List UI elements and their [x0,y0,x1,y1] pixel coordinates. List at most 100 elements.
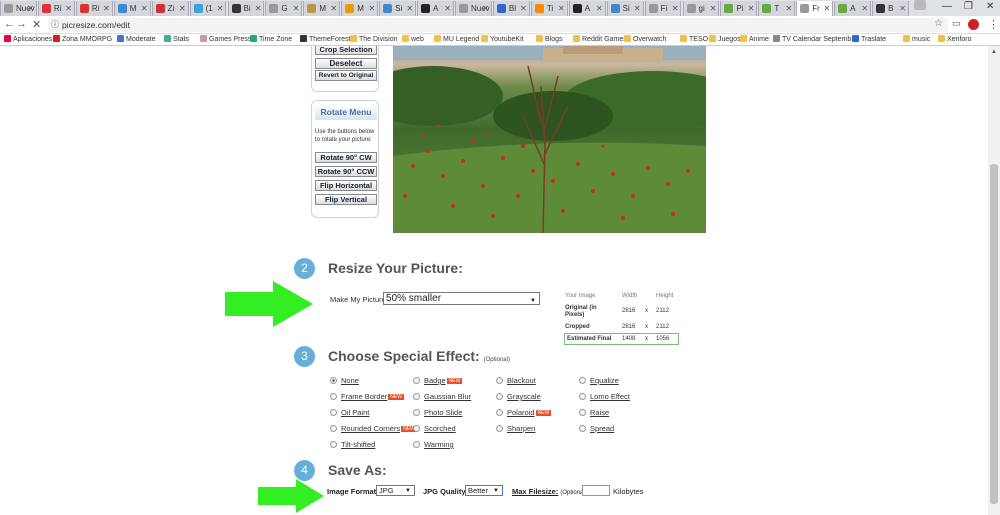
back-icon[interactable]: ← [4,18,15,30]
tab-close-icon[interactable]: ✕ [634,1,641,16]
bookmark-item[interactable]: Anime [740,34,769,45]
browser-tab[interactable]: Pi ✕ [720,1,758,16]
tab-close-icon[interactable]: ✕ [861,1,868,16]
crop-selection-button[interactable]: Crop Selection [315,46,377,55]
radio-button[interactable] [579,425,586,432]
effect-option[interactable]: Gaussian Blur [413,392,471,401]
effect-option[interactable]: Scorched [413,424,456,433]
effect-option[interactable]: Blackout [496,376,536,385]
bookmark-item[interactable]: web [402,34,424,45]
browser-tab[interactable]: Nuev ✕ [0,1,37,16]
browser-tab[interactable]: Fi ✕ [644,1,682,16]
browser-tab[interactable]: M ✕ [303,1,341,16]
bookmark-item[interactable]: Traslate [852,34,886,45]
effect-option[interactable]: Frame Border NEW [330,392,404,401]
effect-option[interactable]: Grayscale [496,392,541,401]
radio-button[interactable] [579,377,586,384]
tab-close-icon[interactable]: ✕ [27,1,34,16]
radio-button[interactable] [579,393,586,400]
star-icon[interactable]: ☆ [934,18,943,29]
profile-icon[interactable] [914,0,926,10]
browser-tab[interactable]: Zi ✕ [151,1,189,16]
tab-close-icon[interactable]: ✕ [710,1,717,16]
tab-close-icon[interactable]: ✕ [444,1,451,16]
browser-tab[interactable]: M ✕ [113,1,151,16]
radio-button[interactable] [413,425,420,432]
bookmark-item[interactable]: TESO [680,34,708,45]
resize-select[interactable]: 50% smaller ▼ [383,292,540,305]
browser-tab[interactable]: A ✕ [568,1,606,16]
scrollbar[interactable]: ▲ [988,46,1000,515]
radio-button[interactable] [496,409,503,416]
flip-horizontal-button[interactable]: Flip Horizontal [315,180,377,191]
tab-close-icon[interactable]: ✕ [141,1,148,16]
radio-button[interactable] [579,409,586,416]
browser-tab[interactable]: (1 ✕ [189,1,227,16]
bookmark-item[interactable]: TV Calendar Septemb [773,34,851,45]
browser-tab[interactable]: Fr ✕ [796,1,834,16]
browser-tab[interactable]: Ri ✕ [75,1,113,16]
browser-tab[interactable]: gi ✕ [682,1,720,16]
tab-close-icon[interactable]: ✕ [179,1,186,16]
effect-option[interactable]: Lomo Effect [579,392,630,401]
radio-button[interactable] [330,409,337,416]
tab-close-icon[interactable]: ✕ [406,1,413,16]
bookmark-item[interactable]: music [903,34,930,45]
close-button[interactable]: ✕ [986,1,994,12]
browser-tab[interactable]: T ✕ [758,1,796,16]
tab-close-icon[interactable]: ✕ [558,1,565,16]
quality-select[interactable]: Better ▼ [465,485,503,496]
radio-button[interactable] [413,409,420,416]
effect-option[interactable]: Badge NEW [413,376,463,385]
radio-button[interactable] [496,377,503,384]
format-select[interactable]: JPG ▼ [376,485,415,496]
browser-tab[interactable]: Si ✕ [379,1,417,16]
browser-tab[interactable]: M ✕ [341,1,379,16]
browser-tab[interactable]: Si ✕ [606,1,644,16]
filesize-input[interactable] [582,485,610,496]
browser-tab[interactable]: Bi ✕ [227,1,265,16]
bookmark-item[interactable]: Overwatch [624,34,666,45]
tab-close-icon[interactable]: ✕ [217,1,224,16]
radio-button[interactable] [330,441,337,448]
tab-close-icon[interactable]: ✕ [672,1,679,16]
tab-close-icon[interactable]: ✕ [899,1,906,16]
tab-close-icon[interactable]: ✕ [786,1,793,16]
bookmark-item[interactable]: Zona MMORPG [53,34,112,45]
radio-button[interactable] [413,441,420,448]
effect-option[interactable]: None [330,376,359,385]
tab-close-icon[interactable]: ✕ [103,1,110,16]
flip-vertical-button[interactable]: Flip Vertical [315,194,377,205]
effect-option[interactable]: Polaroid NEW [496,408,552,417]
bookmark-item[interactable]: MU Legend [434,34,479,45]
bookmark-item[interactable]: The Division [350,34,398,45]
radio-button[interactable] [330,377,337,384]
bookmark-item[interactable]: Stats [164,34,189,45]
effect-option[interactable]: Oil Paint [330,408,369,417]
info-icon[interactable]: ⓘ [51,18,59,32]
bookmark-item[interactable]: Aplicaciones [4,34,52,45]
bookmark-item[interactable]: Blogs [536,34,563,45]
bookmark-item[interactable]: YoutubeKit [481,34,524,45]
effect-option[interactable]: Equalize [579,376,619,385]
radio-button[interactable] [496,425,503,432]
bookmark-item[interactable]: Games Press [200,34,251,45]
bookmark-item[interactable]: Xenforo [938,34,972,45]
browser-tab[interactable]: G ✕ [265,1,303,16]
tab-close-icon[interactable]: ✕ [748,1,755,16]
tab-close-icon[interactable]: ✕ [255,1,262,16]
radio-button[interactable] [413,393,420,400]
effect-option[interactable]: Photo Slide [413,408,462,417]
url-bar[interactable]: ⓘ picresize.com/edit [48,18,948,32]
scrollbar-thumb[interactable] [990,164,998,504]
effect-option[interactable]: Spread [579,424,614,433]
effect-option[interactable]: Rounded Corners NEW [330,424,417,433]
effect-option[interactable]: Sharpen [496,424,535,433]
revert-button[interactable]: Revert to Original [315,70,377,81]
bookmark-item[interactable]: Moderate [117,34,156,45]
tab-close-icon[interactable]: ✕ [368,1,375,16]
forward-icon[interactable]: → [16,18,27,30]
browser-tab[interactable]: Nuev ✕ [455,1,492,16]
browser-tab[interactable]: Bl ✕ [492,1,530,16]
effect-option[interactable]: Tilt-shifted [330,440,375,449]
